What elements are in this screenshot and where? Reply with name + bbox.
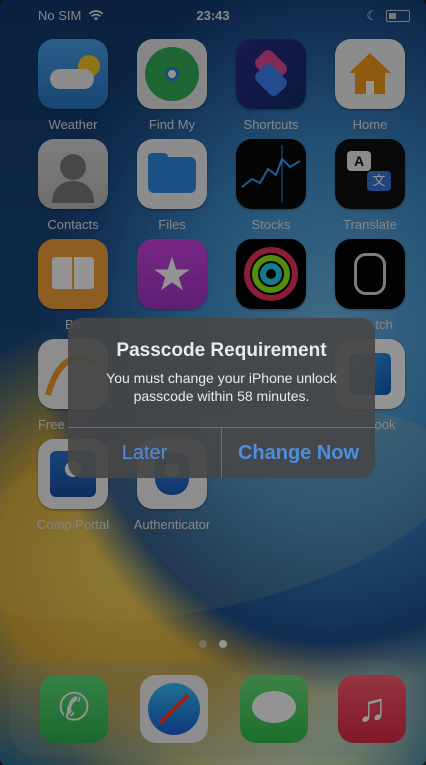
home-screen: No SIM 23:43 ☾ Weather Find My Shortcuts…	[0, 0, 426, 765]
passcode-alert-dialog: Passcode Requirement You must change you…	[68, 318, 375, 478]
change-now-button[interactable]: Change Now	[222, 428, 375, 478]
later-button[interactable]: Later	[68, 428, 221, 478]
alert-title: Passcode Requirement	[116, 340, 327, 361]
alert-message: You must change your iPhone unlock passc…	[106, 370, 337, 404]
